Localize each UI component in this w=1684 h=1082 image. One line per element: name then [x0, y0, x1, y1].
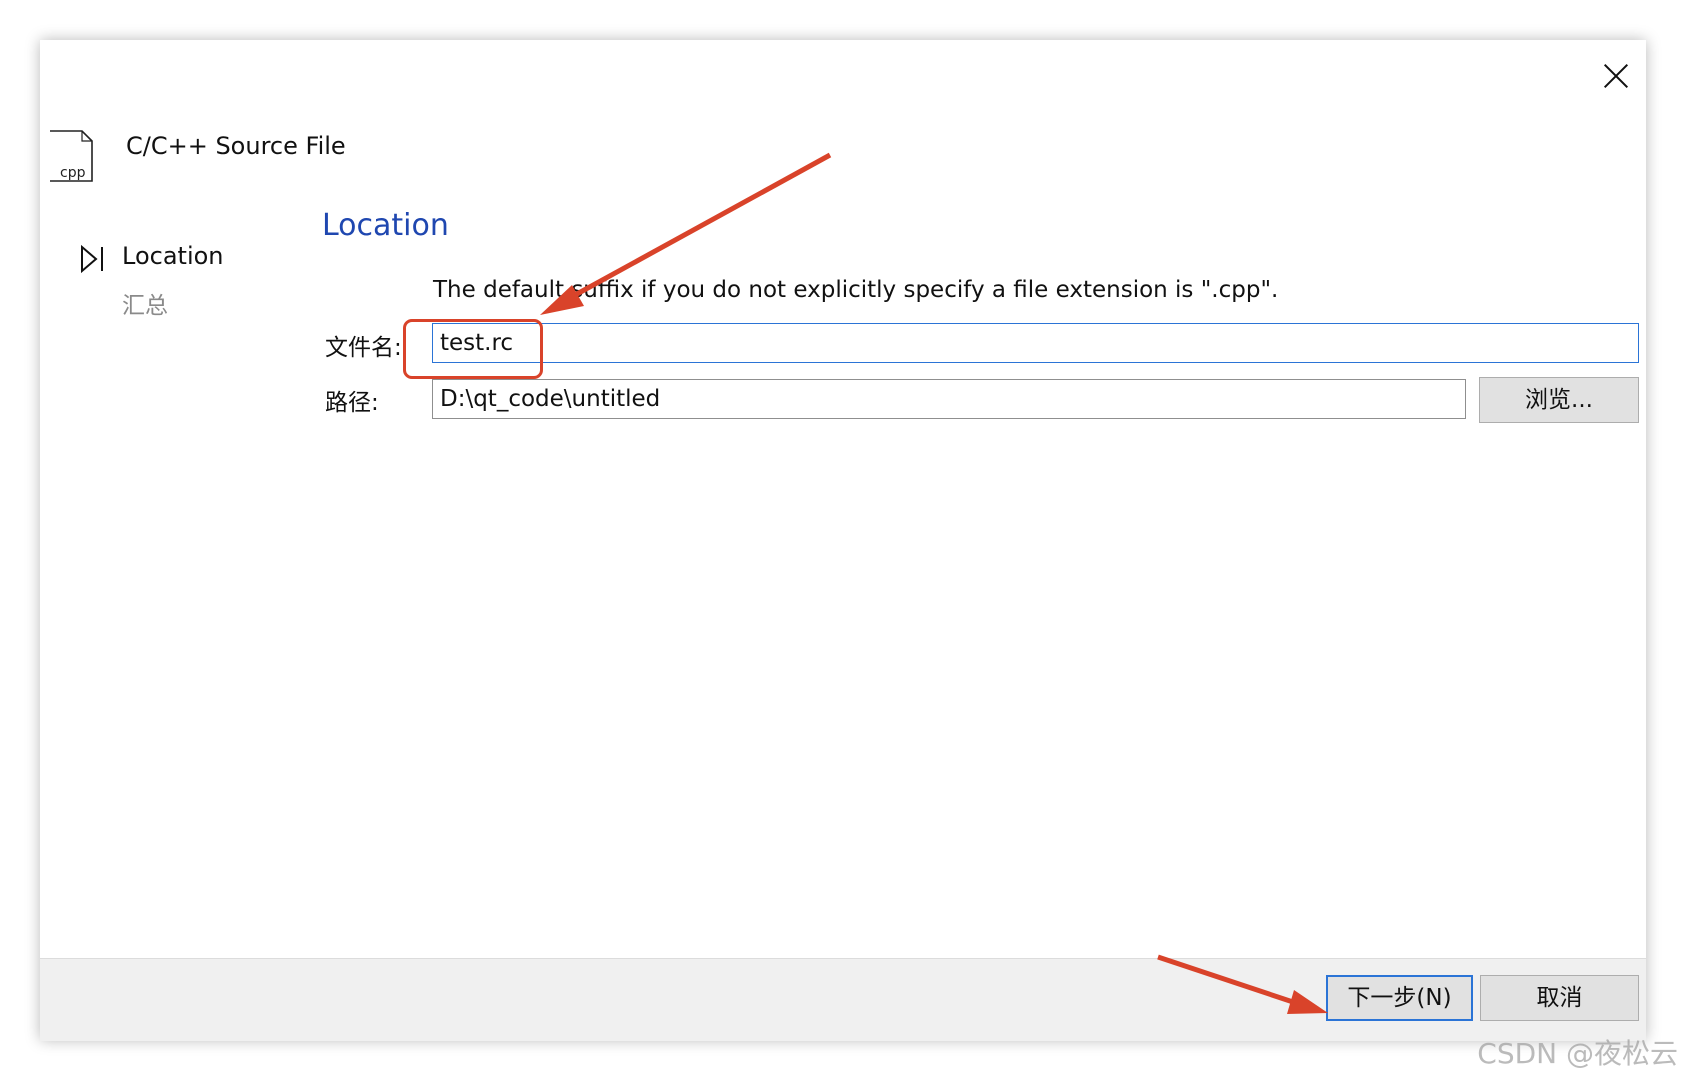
cancel-button[interactable]: 取消 [1480, 975, 1639, 1021]
cpp-file-icon: cpp [48, 129, 100, 185]
current-step-arrow-icon [80, 244, 110, 274]
file-icon-label: cpp [60, 165, 86, 181]
path-label: 路径: [325, 390, 379, 416]
suffix-hint: The default suffix if you do not explici… [433, 277, 1279, 303]
browse-button[interactable]: 浏览... [1479, 377, 1639, 423]
close-icon[interactable] [1594, 54, 1638, 98]
filename-highlight-annotation [403, 319, 543, 379]
wizard-step-location: Location [122, 242, 224, 270]
filename-label: 文件名: [325, 335, 402, 361]
wizard-footer: 下一步(N) 取消 [40, 958, 1646, 1041]
new-file-wizard-dialog: cpp C/C++ Source File Location 汇总 Locati… [40, 40, 1646, 1041]
watermark: CSDN @夜松云 [1477, 1037, 1678, 1070]
next-button[interactable]: 下一步(N) [1326, 975, 1473, 1021]
path-input[interactable]: D:\qt_code\untitled [432, 379, 1466, 419]
wizard-title: C/C++ Source File [126, 132, 346, 160]
page-title: Location [322, 208, 449, 243]
wizard-step-summary: 汇总 [122, 293, 168, 319]
filename-input[interactable]: test.rc [432, 323, 1639, 363]
